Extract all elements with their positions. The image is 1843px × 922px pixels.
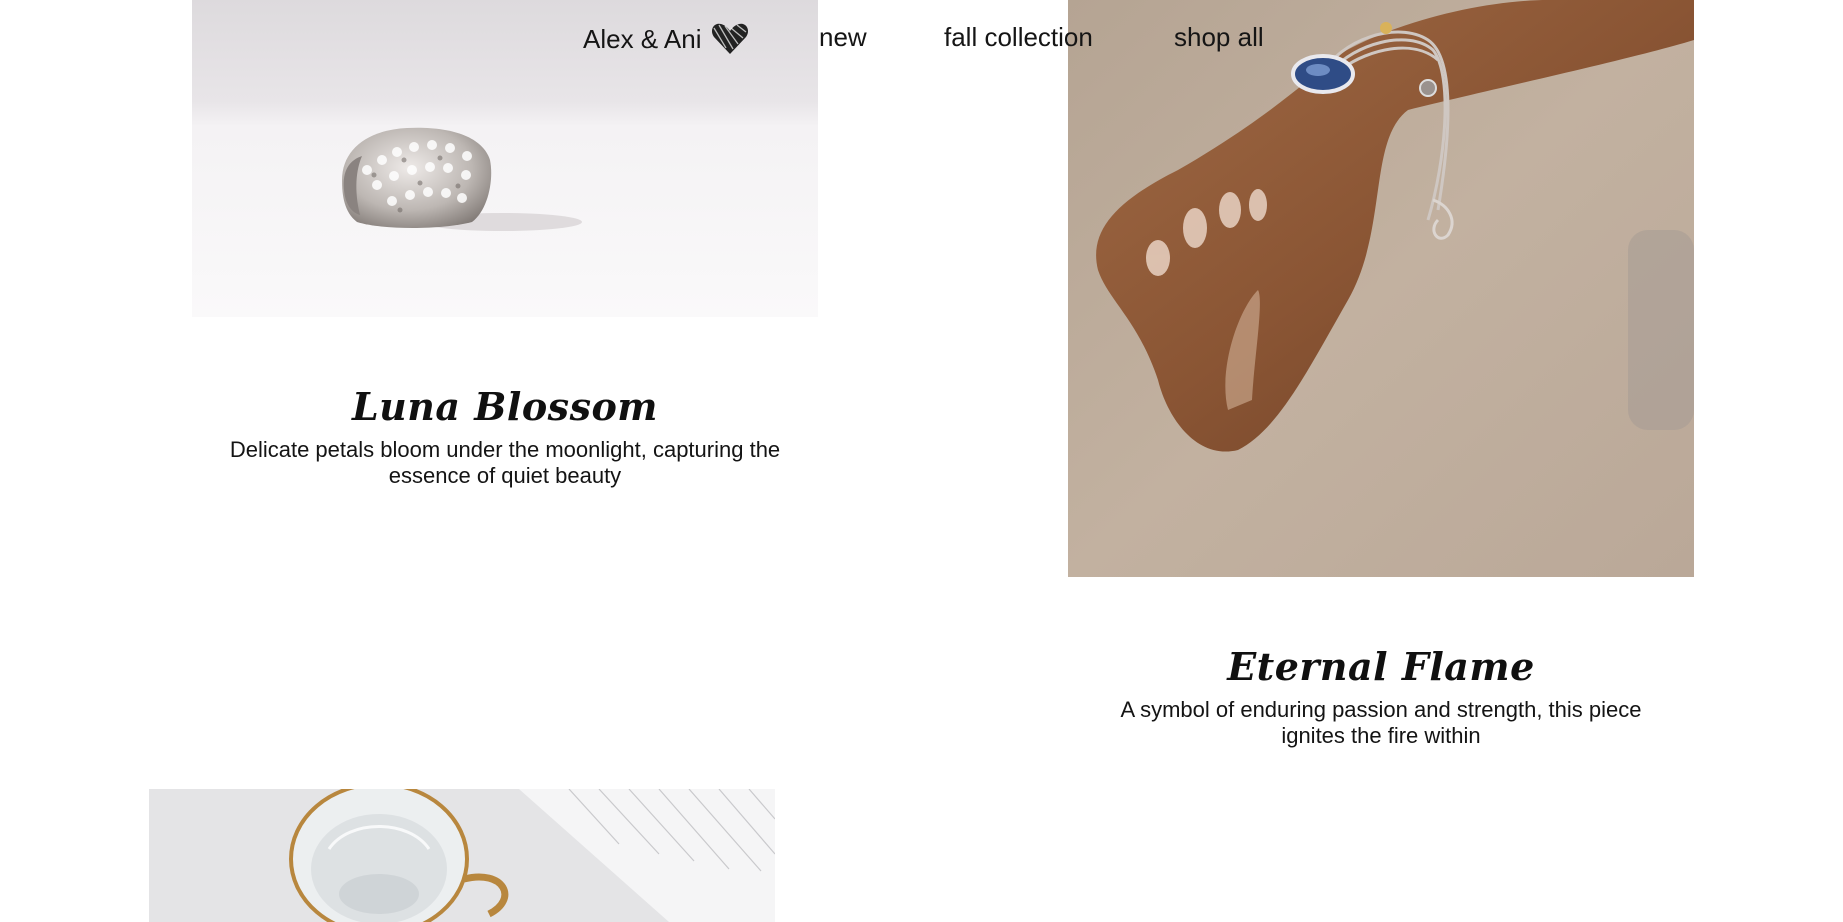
product-title: Luna Blossom — [351, 383, 659, 429]
nav-link-shop-all[interactable]: shop all — [1174, 22, 1264, 53]
nav-link-new[interactable]: new — [819, 22, 867, 53]
wrist-bracelet-photo[interactable] — [1068, 0, 1694, 577]
brand-logo[interactable]: Alex & Ani — [583, 22, 750, 56]
glass-cup-photo[interactable] — [149, 789, 775, 922]
product-description: A symbol of enduring passion and strengt… — [1120, 697, 1642, 748]
product-title: Eternal Flame — [1227, 643, 1535, 689]
heart-scribble-icon — [711, 23, 748, 54]
product-description: Delicate petals bloom under the moonligh… — [229, 437, 781, 488]
brand-name: Alex & Ani — [583, 23, 702, 54]
nav-link-fall-collection[interactable]: fall collection — [944, 22, 1093, 53]
